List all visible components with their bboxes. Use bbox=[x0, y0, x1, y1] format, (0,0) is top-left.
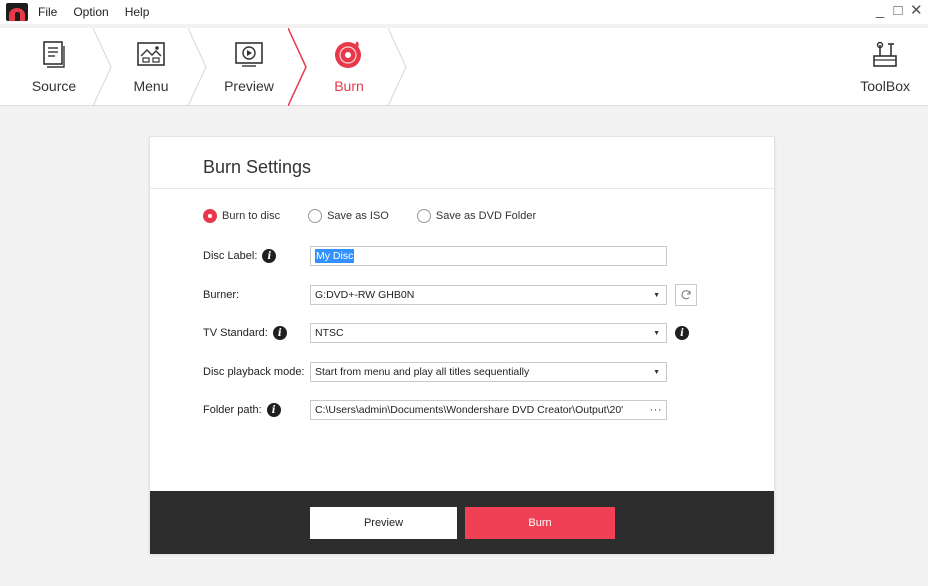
toolbox-icon bbox=[870, 40, 900, 70]
folder-path-label: Folder path: i bbox=[203, 403, 310, 417]
dropdown-caret-icon: ▼ bbox=[653, 330, 660, 337]
play-icon bbox=[233, 38, 265, 70]
burner-row: Burner: G:DVD+-RW GHB0N ▼ bbox=[203, 284, 697, 306]
title-divider bbox=[150, 188, 774, 189]
step-label: Burn bbox=[334, 78, 364, 94]
tv-standard-label: TV Standard: i bbox=[203, 326, 310, 340]
preview-button[interactable]: Preview bbox=[310, 507, 457, 539]
title-bar: File Option Help _ □ ✕ bbox=[0, 0, 928, 24]
field-label-text: TV Standard: bbox=[203, 327, 268, 339]
maximize-button[interactable]: □ bbox=[892, 2, 904, 20]
step-label: Menu bbox=[133, 78, 169, 94]
browse-folder-button[interactable]: ··· bbox=[647, 404, 662, 416]
panel-title: Burn Settings bbox=[203, 157, 312, 177]
info-icon[interactable]: i bbox=[266, 403, 281, 417]
step-separator bbox=[188, 28, 207, 106]
step-separator-active bbox=[288, 28, 307, 106]
menu-help[interactable]: Help bbox=[125, 5, 150, 19]
dropdown-caret-icon: ▼ bbox=[653, 369, 660, 376]
picture-menu-icon bbox=[135, 38, 167, 70]
radio-checked-icon bbox=[203, 209, 217, 223]
toolbox-label: ToolBox bbox=[860, 78, 910, 94]
radio-label: Save as ISO bbox=[327, 210, 389, 222]
info-icon[interactable]: i bbox=[262, 249, 277, 263]
step-label: Source bbox=[31, 78, 77, 94]
step-preview[interactable]: Preview bbox=[222, 28, 276, 106]
window-controls: _ □ ✕ bbox=[874, 2, 923, 20]
app-logo-icon bbox=[6, 3, 28, 21]
radio-save-as-dvd-folder[interactable]: Save as DVD Folder bbox=[416, 209, 537, 223]
step-source[interactable]: Source bbox=[28, 28, 80, 106]
playback-mode-select[interactable]: Start from menu and play all titles sequ… bbox=[310, 362, 667, 382]
menu-option[interactable]: Option bbox=[73, 5, 108, 19]
step-separator bbox=[93, 28, 112, 106]
step-label: Preview bbox=[224, 78, 274, 94]
burn-settings-panel: Burn Settings Burn to disc Save as ISO S… bbox=[149, 136, 775, 554]
toolbox-button[interactable]: ToolBox bbox=[860, 28, 910, 106]
disc-label-value: My Disc bbox=[315, 249, 355, 263]
burner-value: G:DVD+-RW GHB0N bbox=[315, 289, 415, 301]
playback-mode-value: Start from menu and play all titles sequ… bbox=[315, 366, 530, 378]
tv-standard-select[interactable]: NTSC ▼ bbox=[310, 323, 667, 343]
field-label-text: Disc playback mode: bbox=[203, 366, 305, 378]
minimize-button[interactable]: _ bbox=[874, 2, 886, 20]
radio-save-as-iso[interactable]: Save as ISO bbox=[308, 209, 389, 223]
radio-burn-to-disc[interactable]: Burn to disc bbox=[203, 209, 280, 223]
disc-burn-icon bbox=[333, 38, 365, 70]
playback-mode-label: Disc playback mode: bbox=[203, 366, 310, 378]
radio-unchecked-icon bbox=[416, 209, 431, 223]
field-label-text: Folder path: bbox=[203, 404, 262, 416]
radio-label: Burn to disc bbox=[222, 210, 281, 222]
field-label-text: Burner: bbox=[203, 289, 240, 301]
playback-mode-row: Disc playback mode: Start from menu and … bbox=[203, 362, 667, 382]
dropdown-caret-icon: ▼ bbox=[653, 292, 660, 299]
folder-path-row: Folder path: i C:\Users\admin\Documents\… bbox=[203, 400, 667, 420]
burner-select[interactable]: G:DVD+-RW GHB0N ▼ bbox=[310, 285, 667, 305]
folder-path-input[interactable]: C:\Users\admin\Documents\Wondershare DVD… bbox=[310, 400, 667, 420]
radio-label: Save as DVD Folder bbox=[435, 210, 537, 222]
output-options: Burn to disc Save as ISO Save as DVD Fol… bbox=[203, 209, 564, 223]
disc-label-label: Disc Label: i bbox=[203, 249, 310, 263]
info-icon[interactable]: i bbox=[272, 326, 287, 340]
refresh-icon bbox=[681, 290, 691, 300]
step-menu[interactable]: Menu bbox=[128, 28, 174, 106]
disc-label-row: Disc Label: i My Disc bbox=[203, 246, 667, 266]
disc-label-input[interactable]: My Disc bbox=[310, 246, 667, 266]
action-bar: Preview Burn bbox=[150, 491, 774, 554]
refresh-burner-button[interactable] bbox=[675, 284, 697, 306]
menu-file[interactable]: File bbox=[38, 5, 57, 19]
tv-standard-value: NTSC bbox=[315, 327, 344, 339]
folder-path-value: C:\Users\admin\Documents\Wondershare DVD… bbox=[315, 404, 624, 416]
tv-standard-row: TV Standard: i NTSC ▼ i bbox=[203, 323, 689, 343]
radio-unchecked-icon bbox=[308, 209, 323, 223]
burner-label: Burner: bbox=[203, 289, 310, 301]
step-navigation: Source Menu Preview Burn ToolBox bbox=[0, 28, 928, 106]
field-label-text: Disc Label: bbox=[203, 250, 258, 262]
document-icon bbox=[38, 38, 70, 70]
info-icon[interactable]: i bbox=[675, 326, 689, 340]
burn-button[interactable]: Burn bbox=[465, 507, 615, 539]
step-burn[interactable]: Burn bbox=[330, 28, 368, 106]
close-button[interactable]: ✕ bbox=[910, 2, 923, 20]
step-separator bbox=[388, 28, 407, 106]
